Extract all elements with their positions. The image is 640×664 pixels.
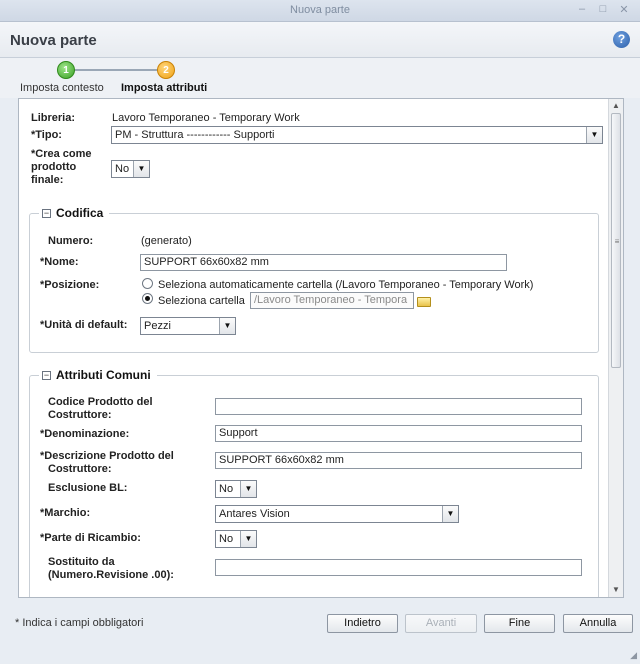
posizione-label-text: Posizione: [44,279,100,291]
tipo-select-value: PM - Struttura ------------ Supporti [115,129,275,141]
step-connector [66,69,166,71]
radio-auto-folder[interactable] [142,278,153,289]
scroll-down-icon[interactable]: ▼ [612,585,620,594]
denominazione-label-text: Denominazione: [44,428,130,440]
page-title: Nuova parte [10,32,97,49]
sostituito-input[interactable] [215,559,582,576]
sostituito-label-line-1: Sostituito da [48,556,115,568]
vertical-scrollbar[interactable]: ▲ ≡ ▼ [608,99,623,597]
step-1-label[interactable]: Imposta contesto [20,82,104,94]
scroll-up-icon[interactable]: ▲ [612,101,620,110]
attributi-legend[interactable]: − Attributi Comuni [39,368,157,382]
radio-select-folder-label[interactable]: Seleziona cartella [158,295,245,307]
posizione-label: *Posizione: [40,279,99,292]
form-panel: Libreria: Lavoro Temporaneo - Temporary … [18,98,624,598]
marchio-label: *Marchio: [40,507,90,520]
esclusione-label: Esclusione BL: [48,482,128,494]
unita-label: *Unità di default: [40,319,127,332]
resize-grip-icon[interactable]: ◢ [630,650,637,661]
radio-select-folder[interactable] [142,293,153,304]
unita-label-text: Unità di default: [44,319,128,331]
sostituito-label: Sostituito da (Numero.Revisione .00): [48,556,174,582]
tipo-select[interactable]: PM - Struttura ------------ Supporti ▼ [111,126,603,144]
ricambio-select[interactable]: No ▼ [215,530,257,548]
crea-select[interactable]: No ▼ [111,160,150,178]
libreria-label: Libreria: [31,112,76,124]
window-title: Nuova parte [290,4,350,16]
nome-input[interactable]: SUPPORT 66x60x82 mm [140,254,507,271]
chevron-down-icon[interactable]: ▼ [133,161,149,177]
marchio-select-value: Antares Vision [219,508,290,520]
descrizione-label-line-1: Descrizione Prodotto del [44,450,174,462]
ricambio-label: *Parte di Ricambio: [40,532,141,545]
next-button[interactable]: Avanti [405,614,477,633]
chevron-down-icon[interactable]: ▼ [586,127,602,143]
esclusione-select-value: No [219,483,234,495]
chevron-down-icon[interactable]: ▼ [219,318,235,334]
help-icon[interactable]: ? [613,31,630,48]
wizard-steps: 1 2 Imposta contesto Imposta attributi [0,58,640,98]
codice-label: Codice Prodotto del Costruttore: [48,396,153,422]
collapse-icon[interactable]: − [42,209,51,218]
codice-input[interactable] [215,398,582,415]
descrizione-label-line-2: Costruttore: [48,463,112,475]
codice-label-line-1: Codice Prodotto del [48,396,153,408]
codice-label-line-2: Costruttore: [48,409,112,421]
step-2-indicator: 2 [157,61,175,79]
dialog-header: Nuova parte ? [0,22,640,58]
numero-label: Numero: [48,235,94,247]
crea-label-line-3: finale: [31,174,64,186]
folder-icon[interactable] [417,297,431,307]
crea-label-line-1: Crea come [35,148,92,160]
sostituito-label-line-2: (Numero.Revisione .00): [48,569,174,581]
grip-icon: ≡ [614,237,620,246]
crea-select-value: No [115,163,130,175]
collapse-icon[interactable]: − [42,371,51,380]
minimize-icon[interactable]: – [575,3,589,15]
codifica-legend[interactable]: − Codifica [39,206,110,220]
finish-button[interactable]: Fine [484,614,555,633]
crea-label: *Crea come prodotto finale: [31,148,92,187]
descrizione-input[interactable]: SUPPORT 66x60x82 mm [215,452,582,469]
ricambio-label-text: Parte di Ricambio: [44,532,141,544]
unita-select-value: Pezzi [144,320,171,332]
crea-label-line-2: prodotto [31,161,77,173]
chevron-down-icon[interactable]: ▼ [442,506,458,522]
dialog-footer: * Indica i campi obbligatori Indietro Av… [0,604,640,664]
libreria-value: Lavoro Temporaneo - Temporary Work [112,112,300,124]
descrizione-label: *Descrizione Prodotto del Costruttore: [40,450,174,476]
back-button[interactable]: Indietro [327,614,398,633]
denominazione-label: *Denominazione: [40,428,129,441]
folder-path-input[interactable]: /Lavoro Temporaneo - Tempora [250,292,414,309]
codifica-legend-text: Codifica [56,206,104,220]
window-titlebar: Nuova parte – □ ✕ [0,0,640,22]
denominazione-input[interactable]: Support [215,425,582,442]
cancel-button[interactable]: Annulla [563,614,633,633]
chevron-down-icon[interactable]: ▼ [240,531,256,547]
step-1-indicator[interactable]: 1 [57,61,75,79]
tipo-label-text: Tipo: [35,129,62,141]
tipo-label: *Tipo: [31,129,62,142]
attributi-legend-text: Attributi Comuni [56,368,151,382]
chevron-down-icon[interactable]: ▼ [240,481,256,497]
radio-auto-folder-label[interactable]: Seleziona automaticamente cartella (/Lav… [158,279,533,291]
unita-select[interactable]: Pezzi ▼ [140,317,236,335]
marchio-select[interactable]: Antares Vision ▼ [215,505,459,523]
esclusione-select[interactable]: No ▼ [215,480,257,498]
nome-label-text: Nome: [44,256,79,268]
close-icon[interactable]: ✕ [617,3,631,16]
maximize-icon[interactable]: □ [596,3,610,15]
numero-value: (generato) [141,235,192,247]
nome-label: *Nome: [40,256,79,269]
step-2-label: Imposta attributi [121,82,208,94]
required-note: * Indica i campi obbligatori [15,617,144,629]
scrollbar-thumb[interactable]: ≡ [611,113,621,368]
ricambio-select-value: No [219,533,234,545]
marchio-label-text: Marchio: [44,507,91,519]
